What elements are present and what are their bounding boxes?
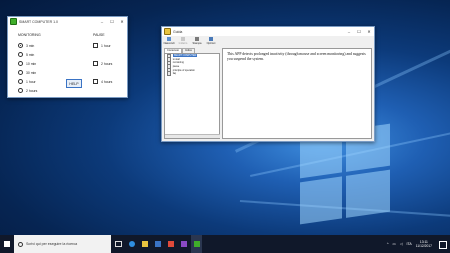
volume-icon[interactable]: ◁: [400, 242, 403, 246]
contents-tree: SMART COMPUTER to start monitoring pause…: [164, 53, 220, 139]
options-button[interactable]: Opzioni: [204, 36, 218, 47]
start-button[interactable]: [0, 235, 14, 253]
maximize-button[interactable]: ☐: [107, 17, 117, 26]
back-arrow-icon: [181, 37, 185, 41]
visual-studio-icon: [180, 241, 187, 247]
store-icon: [154, 241, 161, 247]
smart-computer-window: SMART COMPUTER 1.0 – ☐ ✕ MONITORING PAUS…: [7, 16, 128, 98]
clock-date: 11/12/2017: [415, 244, 432, 248]
tray-chevron-icon[interactable]: ^: [387, 242, 389, 246]
monitoring-option-10min[interactable]: 10 min: [18, 61, 36, 66]
monitoring-option-30min[interactable]: 30 min: [18, 70, 36, 75]
close-button[interactable]: ✕: [117, 17, 127, 26]
radio-selected-icon[interactable]: [18, 43, 23, 48]
pause-option-4hours[interactable]: 4 hours: [93, 79, 112, 84]
pause-option-1hour[interactable]: 1 hour: [93, 43, 111, 48]
minimize-button[interactable]: –: [97, 17, 107, 26]
radio-icon[interactable]: [18, 61, 23, 66]
close-button[interactable]: ✕: [364, 27, 374, 36]
help-toolbar: Nascondi Indietro Stampa Opzioni: [162, 36, 374, 47]
windows-start-icon: [4, 241, 10, 247]
network-icon[interactable]: ▭: [393, 242, 396, 246]
edge-icon: [128, 241, 135, 247]
pause-header: PAUSE: [93, 33, 105, 37]
app-icon: [10, 18, 17, 25]
hide-pane-icon: [167, 37, 171, 41]
navigation-pane: Contenuto Indice SMART COMPUTER to start…: [164, 48, 220, 139]
options-icon: [209, 37, 213, 41]
help-content-text: This APP detects prolonged inactivity (t…: [227, 52, 366, 61]
store-button[interactable]: [152, 235, 163, 253]
checkbox-icon[interactable]: [93, 43, 98, 48]
radio-icon[interactable]: [18, 88, 23, 93]
print-button[interactable]: Stampa: [190, 36, 204, 47]
visual-studio-button[interactable]: [178, 235, 189, 253]
pause-option-2hours[interactable]: 2 hours: [93, 61, 112, 66]
desktop: SMART COMPUTER 1.0 – ☐ ✕ MONITORING PAUS…: [0, 0, 450, 235]
notification-center-icon[interactable]: [439, 241, 447, 249]
radio-icon[interactable]: [18, 70, 23, 75]
system-tray: ^ ▭ ◁ ITA 13:11 11/12/2017: [387, 235, 432, 253]
radio-icon[interactable]: [18, 52, 23, 57]
task-view-icon: [115, 241, 122, 247]
radio-icon[interactable]: [18, 79, 23, 84]
printer-icon: [195, 37, 199, 41]
clock[interactable]: 13:11 11/12/2017: [416, 240, 432, 248]
search-placeholder: Scrivi qui per eseguire la ricerca: [26, 242, 78, 246]
help-app-icon: [164, 28, 171, 35]
window-title: SMART COMPUTER 1.0: [19, 19, 58, 24]
language-indicator[interactable]: ITA: [407, 242, 412, 246]
title-bar[interactable]: SMART COMPUTER 1.0 – ☐ ✕: [8, 17, 127, 26]
monitoring-option-5min[interactable]: 5 min: [18, 52, 34, 57]
search-icon: [18, 241, 23, 247]
app-button[interactable]: [165, 235, 176, 253]
guida-help-window: Guida – ☐ ✕ Nascondi Indietro Stampa Opz…: [161, 26, 375, 142]
smart-computer-taskbar-button[interactable]: [191, 235, 202, 253]
title-bar[interactable]: Guida – ☐ ✕: [162, 27, 374, 36]
checkbox-icon[interactable]: [93, 61, 98, 66]
taskbar: Scrivi qui per eseguire la ricerca ^ ▭ ◁…: [0, 235, 450, 253]
folder-icon: [141, 241, 148, 247]
help-content-pane: This APP detects prolonged inactivity (t…: [222, 48, 372, 139]
monitoring-option-2hours[interactable]: 2 hours: [18, 88, 37, 93]
task-view-button[interactable]: [113, 235, 124, 253]
smart-computer-icon: [193, 241, 200, 247]
taskbar-search[interactable]: Scrivi qui per eseguire la ricerca: [14, 235, 111, 253]
back-button[interactable]: Indietro: [176, 36, 190, 47]
edge-button[interactable]: [126, 235, 137, 253]
minimize-button[interactable]: –: [344, 27, 354, 36]
checkbox-icon[interactable]: [93, 79, 98, 84]
file-explorer-button[interactable]: [139, 235, 150, 253]
horizontal-scrollbar[interactable]: [165, 134, 220, 138]
app-icon: [167, 241, 174, 247]
hide-button[interactable]: Nascondi: [162, 36, 176, 47]
maximize-button[interactable]: ☐: [354, 27, 364, 36]
tree-item-faq[interactable]: faq: [165, 71, 219, 77]
help-button[interactable]: HELP: [66, 79, 82, 88]
window-title: Guida: [173, 29, 183, 34]
page-icon: [167, 71, 172, 77]
monitoring-option-3min[interactable]: 3 min: [18, 43, 34, 48]
monitoring-header: MONITORING: [18, 33, 41, 37]
monitoring-option-1hour[interactable]: 1 hour: [18, 79, 36, 84]
